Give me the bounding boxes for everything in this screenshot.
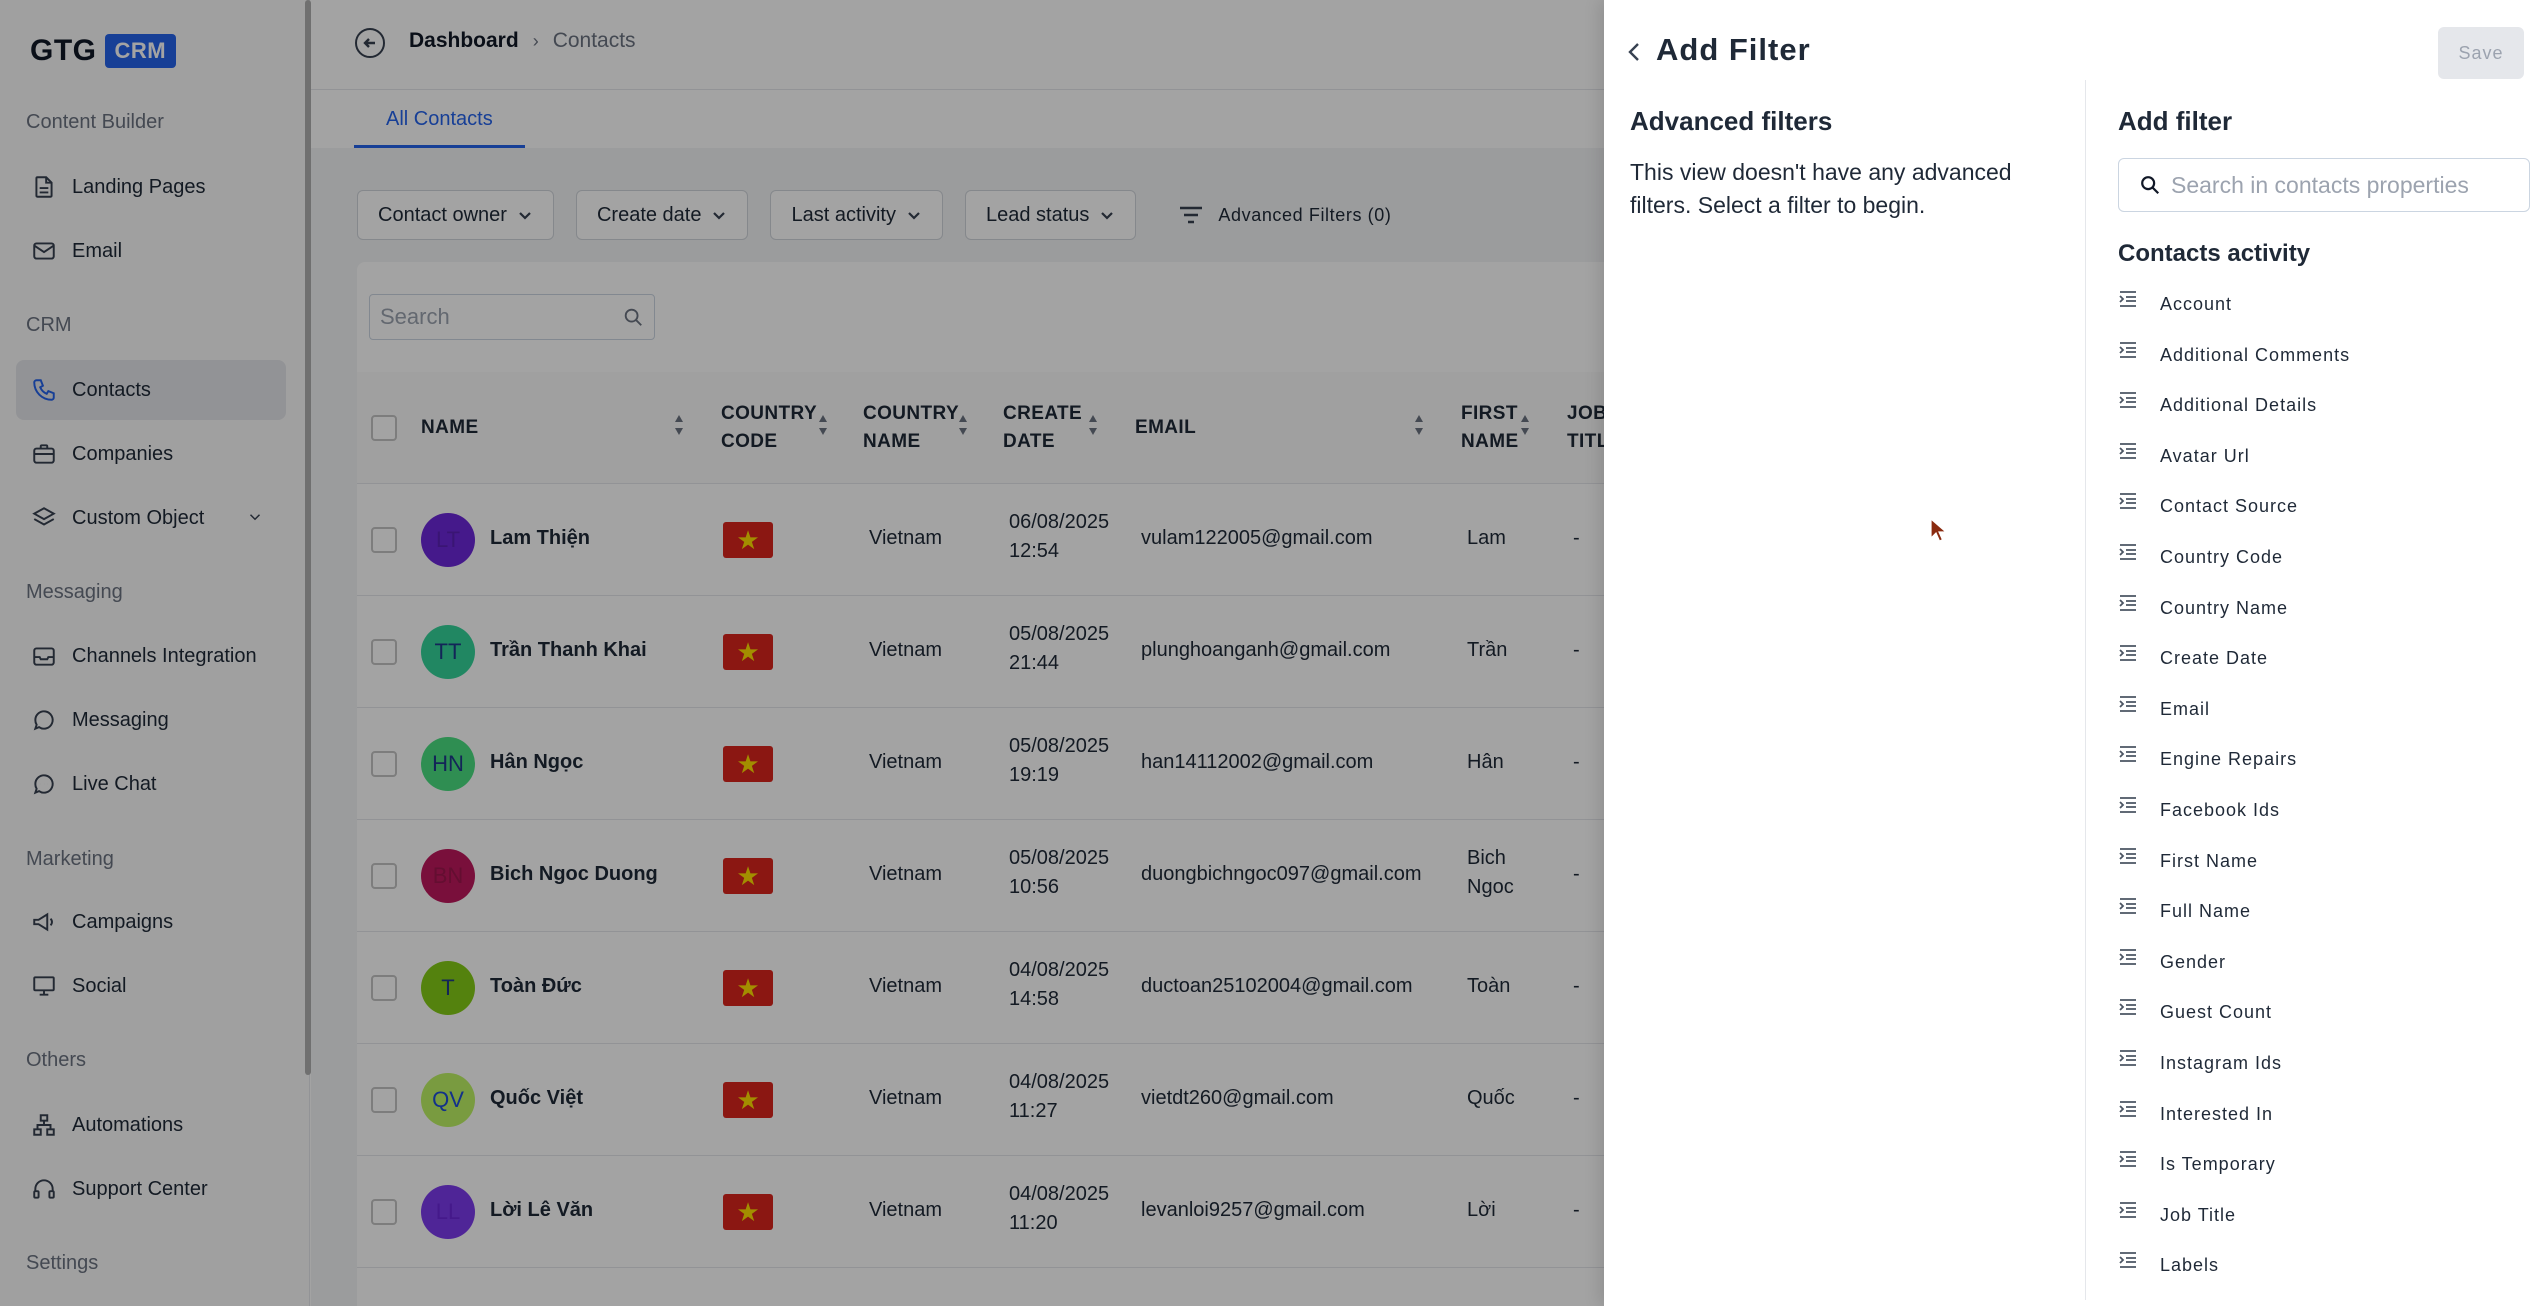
- property-label: Instagram Ids: [2160, 1052, 2283, 1073]
- property-item[interactable]: Country Name: [2118, 591, 2530, 642]
- text-field-icon: [2118, 695, 2138, 713]
- property-search-input[interactable]: Search in contacts properties: [2118, 158, 2530, 212]
- property-label: Labels: [2160, 1255, 2220, 1276]
- text-field-icon: [2118, 1201, 2138, 1219]
- property-group-title: Contacts activity: [2118, 240, 2311, 267]
- text-field-icon: [2118, 998, 2138, 1016]
- property-item[interactable]: Labels: [2118, 1248, 2530, 1299]
- property-label: Email: [2160, 698, 2211, 719]
- property-item[interactable]: Guest Count: [2118, 995, 2530, 1046]
- property-item[interactable]: Account: [2118, 287, 2530, 338]
- property-list: Account Additional Comments Additional Det…: [2118, 287, 2530, 1299]
- property-label: Additional Comments: [2160, 344, 2351, 365]
- text-field-icon: [2118, 391, 2138, 409]
- property-label: Is Temporary: [2160, 1154, 2276, 1175]
- property-label: Contact Source: [2160, 496, 2299, 517]
- property-label: Guest Count: [2160, 1002, 2273, 1023]
- property-label: Avatar Url: [2160, 445, 2250, 466]
- property-label: Engine Repairs: [2160, 749, 2298, 770]
- property-label: Country Name: [2160, 597, 2289, 618]
- property-label: Country Code: [2160, 546, 2284, 567]
- add-filter-heading: Add filter: [2118, 106, 2233, 136]
- search-placeholder: Search in contacts properties: [2171, 171, 2469, 198]
- property-item[interactable]: First Name: [2118, 844, 2530, 895]
- text-field-icon: [2118, 1100, 2138, 1118]
- property-label: Job Title: [2160, 1204, 2237, 1225]
- text-field-icon: [2118, 543, 2138, 561]
- advanced-filters-heading: Advanced filters: [1630, 106, 1833, 136]
- text-field-icon: [2118, 341, 2138, 359]
- property-item[interactable]: Additional Comments: [2118, 338, 2530, 389]
- property-label: Full Name: [2160, 901, 2252, 922]
- add-filter-drawer: Add Filter Save Advanced filters This vi…: [1604, 0, 2546, 1306]
- text-field-icon: [2118, 1251, 2138, 1269]
- property-label: Facebook Ids: [2160, 799, 2281, 820]
- property-label: Additional Details: [2160, 395, 2318, 416]
- text-field-icon: [2118, 1049, 2138, 1067]
- property-item[interactable]: Engine Repairs: [2118, 742, 2530, 793]
- text-field-icon: [2118, 745, 2138, 763]
- text-field-icon: [2118, 796, 2138, 814]
- property-label: Interested In: [2160, 1103, 2274, 1124]
- property-item[interactable]: Avatar Url: [2118, 439, 2530, 490]
- property-label: Account: [2160, 294, 2233, 314]
- text-field-icon: [2118, 290, 2138, 308]
- property-item[interactable]: Full Name: [2118, 894, 2530, 945]
- property-item[interactable]: Create Date: [2118, 641, 2530, 692]
- property-label: Gender: [2160, 951, 2227, 972]
- property-item[interactable]: Interested In: [2118, 1097, 2530, 1148]
- text-field-icon: [2118, 442, 2138, 460]
- property-item[interactable]: Facebook Ids: [2118, 793, 2530, 844]
- property-item[interactable]: Job Title: [2118, 1198, 2530, 1249]
- drawer-header: Add Filter Save: [1604, 0, 2546, 80]
- text-field-icon: [2118, 948, 2138, 966]
- property-item[interactable]: Gender: [2118, 945, 2530, 996]
- property-item[interactable]: Country Code: [2118, 540, 2530, 591]
- advanced-filters-pane: Advanced filters This view doesn't have …: [1604, 80, 2086, 1300]
- empty-filters-message: This view doesn't have any advanced filt…: [1630, 159, 2012, 218]
- text-field-icon: [2118, 847, 2138, 865]
- modal-overlay[interactable]: [0, 0, 1604, 1306]
- add-filter-pane: Add filter Search in contacts properties…: [2086, 80, 2546, 1306]
- text-field-icon: [2118, 644, 2138, 662]
- property-item[interactable]: Additional Details: [2118, 388, 2530, 439]
- property-label: First Name: [2160, 850, 2259, 871]
- save-button[interactable]: Save: [2438, 27, 2524, 79]
- mouse-cursor-icon: [1930, 517, 1947, 542]
- text-field-icon: [2118, 1150, 2138, 1168]
- chevron-left-icon[interactable]: [1626, 40, 1646, 64]
- search-icon: [2141, 176, 2160, 195]
- property-item[interactable]: Email: [2118, 692, 2530, 743]
- drawer-title: Add Filter: [1656, 32, 1811, 67]
- text-field-icon: [2118, 594, 2138, 612]
- text-field-icon: [2118, 897, 2138, 915]
- property-item[interactable]: Contact Source: [2118, 489, 2530, 540]
- property-item[interactable]: Is Temporary: [2118, 1147, 2530, 1198]
- property-label: Create Date: [2160, 648, 2269, 669]
- text-field-icon: [2118, 492, 2138, 510]
- property-item[interactable]: Instagram Ids: [2118, 1046, 2530, 1097]
